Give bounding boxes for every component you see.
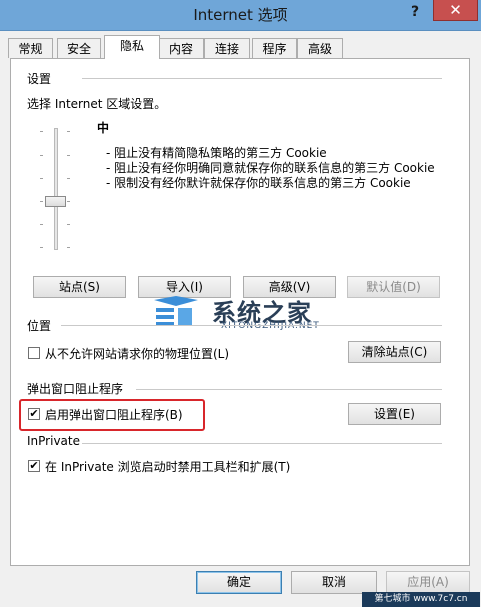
slider-tick — [67, 131, 70, 132]
location-divider — [61, 325, 442, 326]
slider-tick — [67, 178, 70, 179]
privacy-level: 中 — [97, 121, 110, 135]
description-line: - 限制没有经你默许就保存你的联系信息的第三方 Cookie — [106, 176, 411, 190]
slider-tick — [40, 224, 43, 225]
slider-tick — [67, 201, 70, 202]
slider-tick — [40, 201, 43, 202]
slider-tick — [67, 247, 70, 248]
inprivate-checkbox[interactable]: ✔ — [28, 460, 40, 472]
description-line: - 阻止没有精简隐私策略的第三方 Cookie — [106, 146, 327, 160]
apply-button[interactable]: 应用(A) — [386, 571, 470, 594]
description-line: - 阻止没有经你明确同意就保存你的联系信息的第三方 Cookie — [106, 161, 435, 175]
location-header: 位置 — [27, 317, 52, 334]
slider-tick — [40, 131, 43, 132]
cancel-button[interactable]: 取消 — [291, 571, 377, 594]
privacy-slider-thumb[interactable] — [45, 196, 66, 207]
inprivate-divider — [82, 443, 442, 444]
default-button[interactable]: 默认值(D) — [347, 276, 440, 298]
sites-button[interactable]: 站点(S) — [33, 276, 126, 298]
popup-divider — [136, 389, 442, 390]
inprivate-header: InPrivate — [27, 434, 80, 448]
corner-watermark: 第七城市 www.7c7.cn — [362, 592, 480, 607]
popup-header: 弹出窗口阻止程序 — [27, 380, 124, 397]
close-button[interactable]: ✕ — [433, 0, 478, 21]
slider-tick — [67, 224, 70, 225]
tab-advanced[interactable]: 高级 — [297, 38, 343, 58]
inprivate-checkbox-label: 在 InPrivate 浏览启动时禁用工具栏和扩展(T) — [45, 460, 291, 474]
tab-connections[interactable]: 连接 — [204, 38, 250, 58]
slider-tick — [40, 155, 43, 156]
settings-header: 设置 — [27, 70, 52, 87]
slider-tick — [40, 178, 43, 179]
watermark-subtitle: XITONGZHIJIA.NET — [221, 321, 320, 331]
clear-sites-button[interactable]: 清除站点(C) — [348, 341, 441, 363]
tab-content[interactable]: 内容 — [158, 38, 204, 58]
privacy-slider-track[interactable] — [54, 128, 58, 250]
help-icon[interactable]: ? — [404, 2, 426, 22]
location-checkbox-label: 从不允许网站请求你的物理位置(L) — [45, 347, 230, 361]
location-checkbox[interactable] — [28, 347, 40, 359]
tab-general[interactable]: 常规 — [8, 38, 53, 58]
popup-settings-button[interactable]: 设置(E) — [348, 403, 441, 425]
ok-button[interactable]: 确定 — [196, 571, 282, 594]
privacy-description: - 阻止没有精简隐私策略的第三方 Cookie - 阻止没有经你明确同意就保存你… — [106, 146, 435, 191]
tab-privacy[interactable]: 隐私 — [104, 35, 160, 59]
tab-programs[interactable]: 程序 — [252, 38, 297, 58]
zone-prompt: 选择 Internet 区域设置。 — [27, 97, 167, 111]
watermark-logo-icon — [146, 294, 206, 334]
popup-checkbox-label: 启用弹出窗口阻止程序(B) — [45, 408, 183, 422]
popup-checkbox[interactable]: ✔ — [28, 408, 40, 420]
slider-tick — [40, 247, 43, 248]
settings-divider — [82, 78, 442, 79]
tab-security[interactable]: 安全 — [57, 38, 101, 58]
slider-tick — [67, 155, 70, 156]
